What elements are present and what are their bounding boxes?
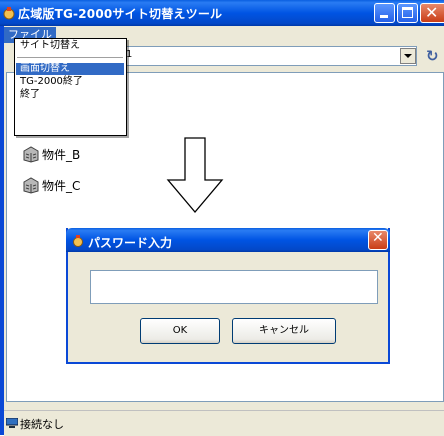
list-item[interactable]: 物件_C — [42, 177, 80, 194]
close-icon: ✕ — [372, 230, 384, 246]
close-button[interactable]: ✕ — [420, 3, 444, 23]
menu-separator — [17, 57, 123, 58]
network-icon — [6, 418, 18, 428]
maximize-button[interactable] — [397, 3, 418, 23]
status-bar — [4, 410, 444, 436]
list-item[interactable]: 物件_B — [42, 146, 80, 163]
app-icon — [73, 235, 83, 247]
close-icon: ✕ — [425, 3, 439, 22]
window-border — [0, 26, 4, 435]
menu-item-exit[interactable]: 終了 — [20, 89, 40, 101]
maximize-icon — [402, 7, 413, 18]
minimize-button[interactable] — [374, 3, 395, 23]
app-icon — [3, 7, 15, 20]
window-title: 広域版TG-2000サイト切替えツール — [18, 7, 223, 21]
status-text: 接続なし — [20, 418, 64, 431]
main-window: 広域版TG-2000サイト切替えツール ✕ ファイル 1 ↻ 物件_B 物件_C — [0, 0, 444, 436]
building-icon — [23, 177, 39, 194]
building-icon — [23, 146, 39, 163]
cancel-button[interactable]: キャンセル — [232, 318, 336, 344]
dialog-title: パスワード入力 — [88, 236, 173, 250]
arrow-down-icon — [166, 137, 224, 214]
menu-item-tg2000-exit[interactable]: TG-2000終了 — [20, 76, 83, 88]
site-select[interactable] — [120, 46, 417, 66]
chevron-down-icon — [404, 54, 412, 58]
refresh-icon: ↻ — [426, 47, 439, 65]
ok-button[interactable]: OK — [140, 318, 220, 344]
minimize-icon — [380, 15, 388, 18]
menu-item-site-switch[interactable]: サイト切替え — [20, 40, 80, 52]
password-input[interactable] — [90, 270, 378, 304]
menu-item-screen-switch[interactable]: 画面切替え — [20, 63, 70, 75]
